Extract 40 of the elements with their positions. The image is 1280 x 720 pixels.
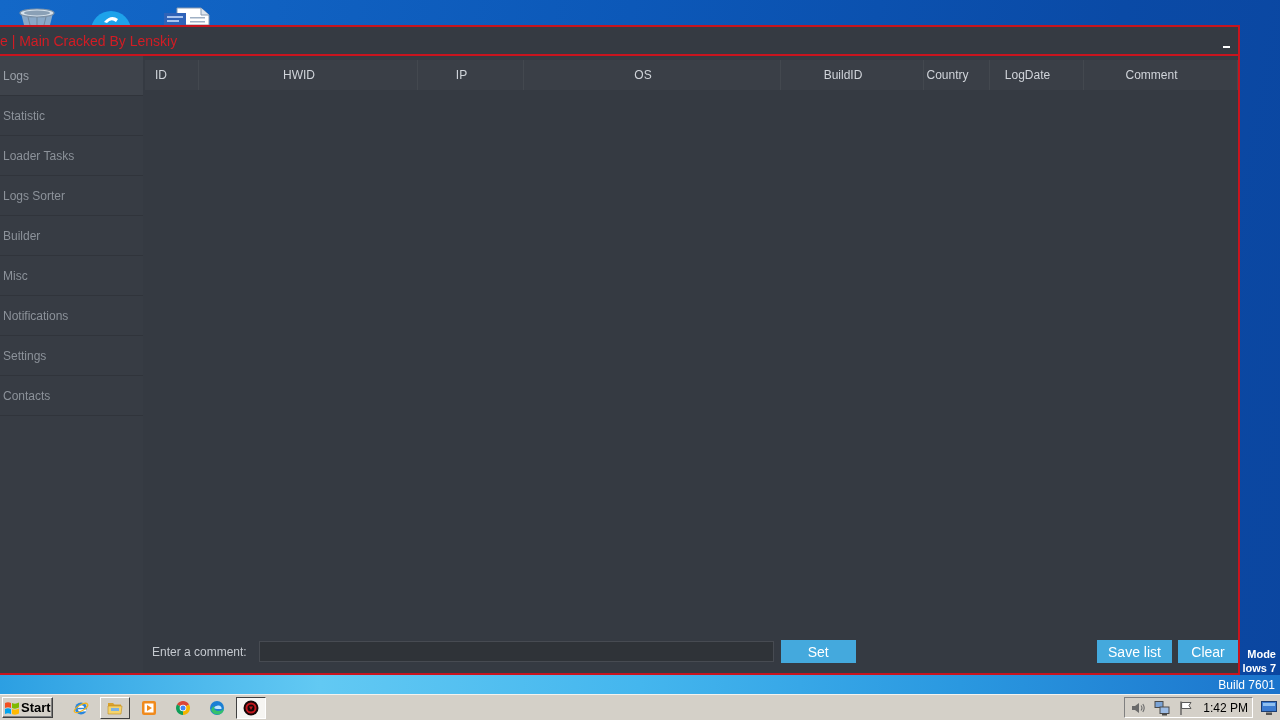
sidebar-item[interactable]: Logs Sorter	[0, 176, 143, 216]
show-desktop-icon[interactable]	[1261, 699, 1277, 716]
sidebar-item[interactable]: Statistic	[0, 96, 143, 136]
column-header[interactable]: Comment	[1084, 60, 1238, 90]
build-label: Build 7601	[1218, 677, 1275, 692]
desktop-notice-text: lows 7	[1242, 661, 1276, 675]
sidebar-item[interactable]: Contacts	[0, 376, 143, 416]
start-button[interactable]: Start	[2, 697, 53, 718]
document-icon[interactable]	[163, 7, 210, 25]
start-flag-icon	[4, 699, 20, 716]
comment-input-field[interactable]	[258, 641, 774, 662]
flag-icon[interactable]	[1178, 699, 1194, 716]
column-header[interactable]: BuildID	[781, 60, 924, 90]
recycle-bin-icon[interactable]	[18, 8, 56, 25]
desktop-notice-text: Mode	[1247, 647, 1276, 661]
sidebar-item[interactable]: Notifications	[0, 296, 143, 336]
column-header[interactable]: ID	[145, 60, 199, 90]
minimize-icon	[1223, 46, 1230, 48]
sidebar-item[interactable]: Misc	[0, 256, 143, 296]
taskbar-button[interactable]	[236, 696, 266, 719]
column-header[interactable]: OS	[524, 60, 781, 90]
column-header[interactable]: LogDate	[990, 60, 1084, 90]
set-button[interactable]: Set	[780, 640, 856, 663]
sidebar-item[interactable]: Builder	[0, 216, 143, 256]
network-icon[interactable]	[1154, 699, 1170, 716]
ring-icon	[243, 699, 259, 716]
clock-text[interactable]: 1:42 PM	[1203, 700, 1248, 715]
column-header[interactable]: IP	[418, 60, 524, 90]
play-icon[interactable]	[141, 699, 157, 716]
sidebar-item[interactable]: Loader Tasks	[0, 136, 143, 176]
comment-label: Enter a comment:	[152, 644, 247, 659]
wheel-icon[interactable]	[175, 699, 191, 716]
sidebar-item[interactable]: Settings	[0, 336, 143, 376]
window-title: e | Main Cracked By Lenskiy	[0, 32, 178, 49]
sidebar-item[interactable]: Logs	[0, 56, 143, 96]
save-list-button[interactable]: Save list	[1097, 640, 1172, 663]
column-header[interactable]: Country	[924, 60, 990, 90]
clear-button[interactable]: Clear	[1178, 640, 1238, 663]
column-header[interactable]: HWID	[199, 60, 418, 90]
swirl-icon[interactable]	[209, 699, 225, 716]
